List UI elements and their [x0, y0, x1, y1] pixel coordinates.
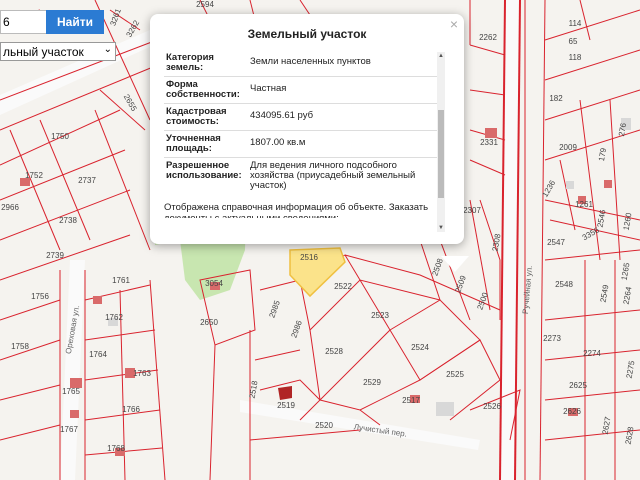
scroll-up-icon[interactable]: ▲ — [437, 52, 445, 60]
parcel-number-label: 2548 — [555, 280, 573, 289]
info-value: Частная — [250, 83, 287, 94]
building — [70, 410, 79, 418]
parcel-number-label: 2519 — [277, 401, 295, 410]
parcel-number-label: 3054 — [205, 279, 223, 288]
parcel-number-label: 2273 — [543, 334, 561, 343]
search-input[interactable] — [0, 10, 46, 34]
parcel-number-label: 1763 — [133, 369, 151, 378]
parcel-number-label: 1756 — [31, 292, 49, 301]
info-value: 434095.61 руб — [250, 110, 314, 121]
popup-note: Отображена справочная информация об объе… — [164, 202, 429, 218]
popup-pointer — [441, 256, 469, 272]
layer-select-value: льный участок — [3, 44, 84, 59]
info-key: Категория земель: — [166, 52, 214, 73]
info-row: Уточненная площадь: 1807.00 кв.м — [164, 130, 438, 157]
parcel-number-label: 2274 — [583, 349, 601, 358]
parcel-number-label: 2526 — [483, 402, 501, 411]
parcel-number-label: 1761 — [112, 276, 130, 285]
info-key: Разрешенное использование: — [166, 160, 242, 181]
chevron-down-icon: ⌄ — [103, 44, 112, 55]
info-row: Кадастровая стоимость: 434095.61 руб — [164, 103, 438, 130]
close-icon[interactable]: × — [450, 16, 458, 32]
parcel-number-label: 2650 — [200, 318, 218, 327]
building — [604, 180, 612, 188]
parcel-number-label: 2523 — [371, 311, 389, 320]
parcel-number-label: 1261 — [575, 200, 593, 209]
parcel-number-label: 182 — [549, 94, 563, 103]
parcel-number-label: 2739 — [46, 251, 64, 260]
layer-select[interactable]: льный участок ⌄ — [0, 42, 116, 61]
building — [93, 296, 102, 304]
parcel-number-label: 2738 — [59, 216, 77, 225]
parcel-number-label: 2737 — [78, 176, 96, 185]
parcel-number-label: 2520 — [315, 421, 333, 430]
parcel-number-label: 1750 — [51, 132, 69, 141]
parcel-number-label: 2966 — [1, 203, 19, 212]
parcel-number-label: 2525 — [446, 370, 464, 379]
search-bar: Найти — [0, 10, 104, 34]
popup-scrollbar[interactable]: ▲ ▼ — [437, 52, 445, 232]
building — [485, 128, 497, 138]
info-value: Для ведения личного подсобного хозяйства… — [250, 160, 416, 191]
parcel-number-label: 2009 — [559, 143, 577, 152]
parcel-number-label: 114 — [569, 19, 582, 28]
parcel-number-label: 118 — [569, 53, 582, 62]
parcel-info-popup: Земельный участок × Категория земель: Зе… — [150, 14, 469, 272]
parcel-number-label: 2594 — [196, 0, 214, 9]
parcel-number-label: 2528 — [325, 347, 343, 356]
info-row: Форма собственности: Частная — [164, 76, 438, 103]
scroll-down-icon[interactable]: ▼ — [437, 224, 445, 232]
parcel-number-label: 2626 — [563, 407, 581, 416]
parcel-number-label: 1758 — [11, 342, 29, 351]
building — [436, 402, 454, 416]
info-row: Разрешенное использование: Для ведения л… — [164, 157, 438, 194]
popup-body: Категория земель: Земли населенных пункт… — [164, 50, 438, 218]
parcel-number-label: 2262 — [479, 33, 497, 42]
parcel-number-label: 1766 — [122, 405, 140, 414]
parcel-number-label: 2307 — [463, 206, 481, 215]
parcel-number-label: 2547 — [547, 238, 565, 247]
parcel-number-label: 1764 — [89, 350, 107, 359]
parcel-number-label: 1768 — [107, 444, 125, 453]
parcel-number-label: 2331 — [480, 138, 498, 147]
scroll-thumb[interactable] — [438, 110, 444, 198]
parcel-number-label: 1752 — [25, 171, 43, 180]
building — [278, 386, 292, 400]
info-key: Форма собственности: — [166, 79, 240, 100]
info-key: Уточненная площадь: — [166, 133, 221, 154]
parcel-number-label: 1762 — [105, 313, 123, 322]
parcel-number-label: 1767 — [60, 425, 78, 434]
parcel-number-label: 2625 — [569, 381, 587, 390]
info-row: Категория земель: Земли населенных пункт… — [164, 50, 438, 76]
parcel-number-label: 2517 — [402, 396, 420, 405]
info-key: Кадастровая стоимость: — [166, 106, 227, 127]
info-value: 1807.00 кв.м — [250, 137, 306, 148]
popup-title: Земельный участок — [247, 27, 367, 41]
parcel-number-label: 1765 — [62, 387, 80, 396]
parcel-number-label: 65 — [569, 37, 578, 46]
info-value: Земли населенных пунктов — [250, 56, 371, 67]
building — [566, 181, 574, 189]
parcel-number-label: 2516 — [300, 253, 318, 262]
parcel-number-label: 2524 — [411, 343, 429, 352]
parcel-number-label: 2529 — [363, 378, 381, 387]
search-button[interactable]: Найти — [46, 10, 104, 34]
parcel-number-label: 2522 — [334, 282, 352, 291]
